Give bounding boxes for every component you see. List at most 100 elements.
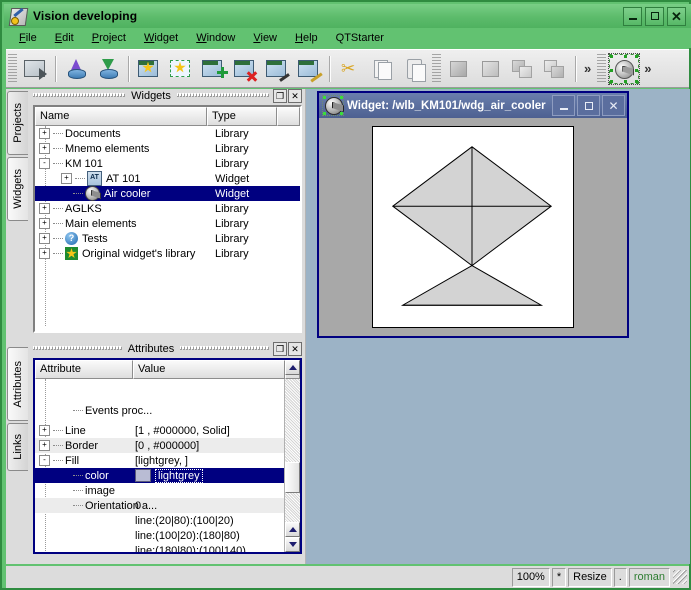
menu-window[interactable]: Window: [187, 30, 244, 46]
table-row[interactable]: +Mnemo elementsLibrary: [35, 141, 300, 156]
table-row[interactable]: +DocumentsLibrary: [35, 126, 300, 141]
widget-properties-icon[interactable]: [262, 54, 292, 84]
overflow-chevron-icon[interactable]: »: [580, 61, 595, 76]
widget-minimize-button[interactable]: [552, 95, 575, 116]
menu-edit[interactable]: Edit: [46, 30, 83, 46]
attributes-dock-titlebar[interactable]: Attributes ❐ ✕: [30, 342, 305, 356]
maximize-button[interactable]: [645, 7, 664, 26]
menu-view[interactable]: View: [244, 30, 286, 46]
status-zoom[interactable]: 100%: [512, 568, 550, 587]
attributes-close-button[interactable]: ✕: [288, 342, 302, 356]
tree-expander[interactable]: +: [39, 218, 50, 229]
table-row[interactable]: image: [35, 483, 285, 498]
table-row[interactable]: +Original widget's libraryLibrary: [35, 246, 300, 261]
group-forward-icon[interactable]: [508, 54, 538, 84]
table-row[interactable]: line:(100|20):(180|80): [35, 528, 285, 543]
air-cooler-tool-icon[interactable]: [609, 54, 639, 84]
menu-file[interactable]: File: [10, 30, 46, 46]
tree-expander[interactable]: +: [61, 173, 72, 184]
attributes-column-value[interactable]: Value: [133, 360, 285, 379]
delete-widget-icon[interactable]: [230, 54, 260, 84]
table-row[interactable]: +ATAT 101Widget: [35, 171, 300, 186]
table-row[interactable]: +AGLKSLibrary: [35, 201, 300, 216]
attributes-table[interactable]: Attribute Value Events proc...+Line[1 , …: [33, 358, 302, 554]
sidebar-tab-projects[interactable]: Projects: [7, 91, 28, 155]
tree-expander[interactable]: +: [39, 233, 50, 244]
table-row[interactable]: -Fill[lightgrey, ]: [35, 453, 285, 468]
group-backward-icon[interactable]: [540, 54, 570, 84]
menu-widget[interactable]: Widget: [135, 30, 187, 46]
attribute-value-editor[interactable]: lightgrey: [155, 469, 203, 483]
tree-expander[interactable]: +: [39, 248, 50, 259]
table-row[interactable]: +Main elementsLibrary: [35, 216, 300, 231]
sidebar-tab-links[interactable]: Links: [7, 423, 28, 471]
project-open-icon[interactable]: [20, 54, 50, 84]
menu-help[interactable]: Help: [286, 30, 327, 46]
table-row[interactable]: colorlightgrey: [35, 468, 285, 483]
tree-expander[interactable]: +: [39, 128, 50, 139]
widget-close-button[interactable]: ✕: [602, 95, 625, 116]
edit-widget-icon[interactable]: [294, 54, 324, 84]
align-back-icon[interactable]: [476, 54, 506, 84]
table-row[interactable]: +?TestsLibrary: [35, 231, 300, 246]
widget-canvas[interactable]: [372, 126, 574, 328]
shape-polygon[interactable]: [403, 266, 542, 306]
widget-editor-titlebar[interactable]: Widget: /wlb_KM101/wdg_air_cooler ✕: [319, 93, 627, 118]
new-widget-icon[interactable]: [166, 54, 196, 84]
overflow-chevron-icon-2[interactable]: »: [640, 61, 655, 76]
attribute-expander[interactable]: +: [39, 425, 50, 436]
widgets-close-button[interactable]: ✕: [288, 89, 302, 103]
widget-maximize-button[interactable]: [577, 95, 600, 116]
paste-icon[interactable]: [399, 54, 429, 84]
table-row[interactable]: line:(180|80):(100|140): [35, 543, 285, 552]
add-widget-icon[interactable]: [198, 54, 228, 84]
table-row[interactable]: Air coolerWidget: [35, 186, 300, 201]
align-front-icon[interactable]: [444, 54, 474, 84]
attributes-scroll-up-button[interactable]: [285, 522, 300, 537]
toolbar-grip-3[interactable]: [597, 54, 606, 84]
attributes-scroll-thumb[interactable]: [285, 462, 300, 493]
toolbar-grip-1[interactable]: [8, 54, 17, 84]
tree-expander[interactable]: +: [39, 203, 50, 214]
menu-qtstarter[interactable]: QTStarter: [327, 30, 393, 46]
cut-icon[interactable]: ✂: [335, 54, 365, 84]
tree-expander[interactable]: +: [39, 143, 50, 154]
widgets-column-type[interactable]: Type: [207, 107, 277, 126]
toolbar-grip-2[interactable]: [432, 54, 441, 84]
menu-project[interactable]: Project: [83, 30, 135, 46]
table-row[interactable]: +Border[0 , #000000]: [35, 438, 285, 453]
db-save-icon[interactable]: [93, 54, 123, 84]
table-row[interactable]: -KM 101Library: [35, 156, 300, 171]
new-library-icon[interactable]: [134, 54, 164, 84]
attributes-column-attribute[interactable]: Attribute: [35, 360, 133, 379]
db-load-icon[interactable]: [61, 54, 91, 84]
widgets-dock-drag-handle[interactable]: [33, 93, 125, 99]
widget-canvas-area[interactable]: [321, 120, 625, 334]
sidebar-tab-widgets[interactable]: Widgets: [7, 157, 28, 221]
color-swatch[interactable]: [135, 469, 151, 482]
widgets-dock-drag-handle-2[interactable]: [177, 93, 269, 99]
attributes-scroll-down-button[interactable]: [285, 537, 300, 552]
table-row[interactable]: +Line[1 , #000000, Solid]: [35, 423, 285, 438]
widgets-dock-titlebar[interactable]: Widgets ❐ ✕: [30, 89, 305, 103]
copy-icon[interactable]: [367, 54, 397, 84]
attribute-expander[interactable]: +: [39, 440, 50, 451]
table-row[interactable]: Events proc...: [35, 379, 285, 423]
sidebar-tab-attributes[interactable]: Attributes: [7, 347, 28, 421]
attributes-dock-drag-handle[interactable]: [33, 346, 122, 352]
widgets-float-button[interactable]: ❐: [273, 89, 287, 103]
minimize-button[interactable]: [623, 7, 642, 26]
attributes-dock-drag-handle-2[interactable]: [180, 346, 269, 352]
attributes-scroll-up-top[interactable]: [285, 360, 300, 375]
air-cooler-drawing[interactable]: [373, 127, 571, 325]
attributes-float-button[interactable]: ❐: [273, 342, 287, 356]
table-row[interactable]: Orientation a...0: [35, 498, 285, 513]
widgets-column-name[interactable]: Name: [35, 107, 207, 126]
table-row[interactable]: line:(20|80):(100|20): [35, 513, 285, 528]
close-button[interactable]: ✕: [667, 7, 686, 26]
tree-expander[interactable]: -: [39, 158, 50, 169]
attribute-expander[interactable]: -: [39, 455, 50, 466]
widgets-tree[interactable]: Name Type +DocumentsLibrary+Mnemo elemen…: [33, 105, 302, 333]
resize-grip[interactable]: [673, 570, 687, 584]
attributes-vertical-scrollbar[interactable]: [284, 379, 300, 552]
